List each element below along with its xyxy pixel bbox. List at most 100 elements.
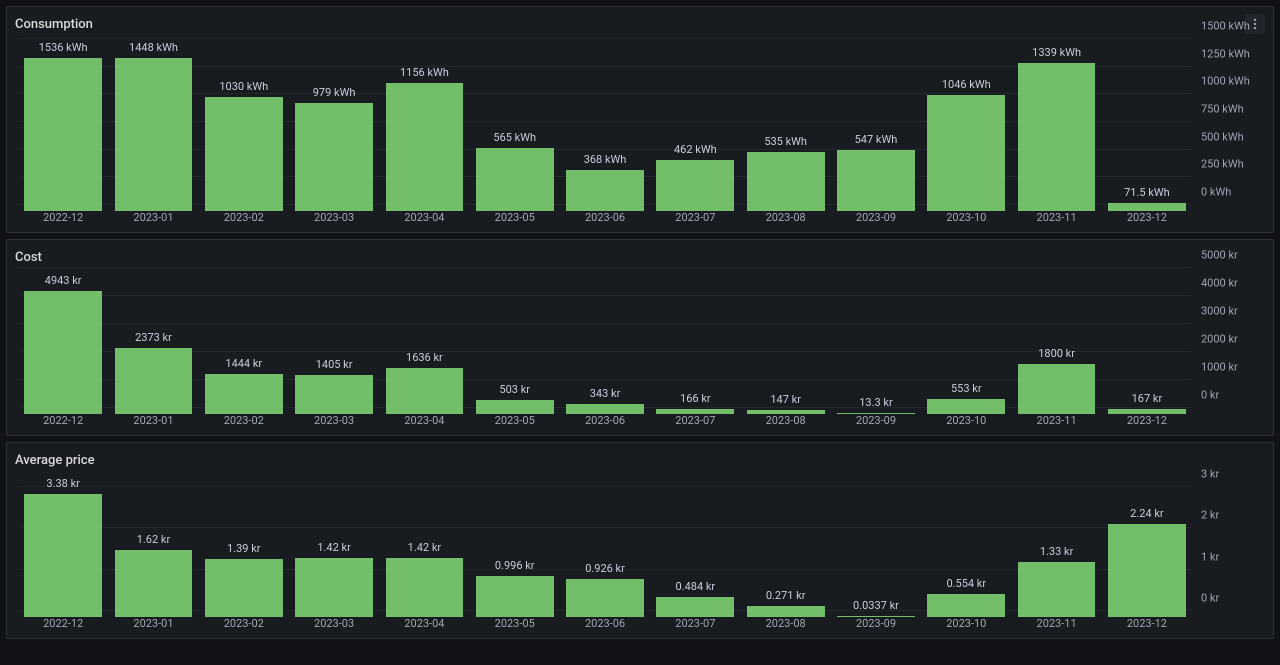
bar-column[interactable]: 535 kWh <box>742 41 830 211</box>
bar[interactable] <box>566 579 644 617</box>
bar[interactable] <box>837 413 915 414</box>
bar-column[interactable]: 553 kr <box>922 274 1010 414</box>
bar[interactable] <box>24 494 102 617</box>
bar-column[interactable]: 2.24 kr <box>1103 477 1191 617</box>
bar[interactable] <box>24 291 102 414</box>
bar-column[interactable]: 13.3 kr <box>832 274 920 414</box>
panel-header: Cost <box>15 246 1265 268</box>
y-tick-label: 500 kWh <box>1201 130 1244 143</box>
bar-column[interactable]: 0.484 kr <box>651 477 739 617</box>
bar[interactable] <box>476 576 554 617</box>
bar-value-label: 1.33 kr <box>1040 545 1073 558</box>
bar[interactable] <box>115 550 193 617</box>
x-tick-label: 2023-10 <box>922 211 1010 224</box>
bar-column[interactable]: 1.42 kr <box>290 477 378 617</box>
bar-column[interactable]: 1.42 kr <box>380 477 468 617</box>
bar[interactable] <box>386 558 464 617</box>
bar-column[interactable]: 1.33 kr <box>1012 477 1100 617</box>
bar-column[interactable]: 4943 kr <box>19 274 107 414</box>
bar-column[interactable]: 1030 kWh <box>200 41 288 211</box>
bar[interactable] <box>1018 63 1096 211</box>
bar-column[interactable]: 2373 kr <box>109 274 197 414</box>
bar-column[interactable]: 1444 kr <box>200 274 288 414</box>
bar-column[interactable]: 0.271 kr <box>742 477 830 617</box>
bar[interactable] <box>656 597 734 617</box>
bar-column[interactable]: 166 kr <box>651 274 739 414</box>
panel-consumption: Consumption1536 kWh1448 kWh1030 kWh979 k… <box>6 6 1274 233</box>
bar[interactable] <box>205 559 283 617</box>
bar[interactable] <box>24 58 102 211</box>
bar[interactable] <box>656 409 734 414</box>
plot-area: 3.38 kr1.62 kr1.39 kr1.42 kr1.42 kr0.996… <box>15 471 1195 611</box>
bar-column[interactable]: 503 kr <box>471 274 559 414</box>
bar-column[interactable]: 1339 kWh <box>1012 41 1100 211</box>
bar[interactable] <box>115 58 193 211</box>
bar[interactable] <box>1018 562 1096 617</box>
bar-column[interactable]: 1448 kWh <box>109 41 197 211</box>
bar-column[interactable]: 1800 kr <box>1012 274 1100 414</box>
bar-column[interactable]: 1.39 kr <box>200 477 288 617</box>
bar[interactable] <box>837 616 915 617</box>
y-tick-label: 4000 kr <box>1201 277 1238 290</box>
bar[interactable] <box>747 410 825 414</box>
bar-column[interactable]: 462 kWh <box>651 41 739 211</box>
x-axis: 2022-122023-012023-022023-032023-042023-… <box>15 211 1195 224</box>
x-tick-label: 2023-07 <box>651 211 739 224</box>
bar-column[interactable]: 1536 kWh <box>19 41 107 211</box>
bar[interactable] <box>205 97 283 211</box>
bar[interactable] <box>386 83 464 211</box>
bar-column[interactable]: 1405 kr <box>290 274 378 414</box>
bar-value-label: 166 kr <box>680 392 711 405</box>
bar-column[interactable]: 1156 kWh <box>380 41 468 211</box>
bar-value-label: 4943 kr <box>45 274 82 287</box>
bar-column[interactable]: 368 kWh <box>561 41 649 211</box>
bar-column[interactable]: 1636 kr <box>380 274 468 414</box>
x-tick-label: 2023-07 <box>651 414 739 427</box>
bar[interactable] <box>1018 364 1096 414</box>
bar-column[interactable]: 0.0337 kr <box>832 477 920 617</box>
bar[interactable] <box>927 594 1005 617</box>
bar-value-label: 368 kWh <box>584 153 627 166</box>
bar-value-label: 1030 kWh <box>219 80 268 93</box>
bar-column[interactable]: 0.554 kr <box>922 477 1010 617</box>
bar[interactable] <box>927 95 1005 211</box>
bar[interactable] <box>927 399 1005 414</box>
bar-column[interactable]: 0.996 kr <box>471 477 559 617</box>
bar[interactable] <box>205 374 283 414</box>
bar[interactable] <box>295 558 373 617</box>
bar-column[interactable]: 147 kr <box>742 274 830 414</box>
bar[interactable] <box>1108 203 1186 211</box>
bar-column[interactable]: 71.5 kWh <box>1103 41 1191 211</box>
bar-column[interactable]: 343 kr <box>561 274 649 414</box>
bar[interactable] <box>837 150 915 211</box>
bar[interactable] <box>747 152 825 211</box>
bar-column[interactable]: 565 kWh <box>471 41 559 211</box>
bar[interactable] <box>386 368 464 414</box>
bar[interactable] <box>295 375 373 414</box>
bar-column[interactable]: 547 kWh <box>832 41 920 211</box>
bar-value-label: 0.996 kr <box>495 559 535 572</box>
bar-value-label: 167 kr <box>1132 392 1163 405</box>
bar[interactable] <box>1108 409 1186 414</box>
bar[interactable] <box>656 160 734 211</box>
bar[interactable] <box>295 103 373 211</box>
bar[interactable] <box>566 404 644 414</box>
plot-area: 4943 kr2373 kr1444 kr1405 kr1636 kr503 k… <box>15 268 1195 408</box>
bar[interactable] <box>566 170 644 211</box>
bar[interactable] <box>1108 524 1186 617</box>
bar[interactable] <box>476 148 554 211</box>
bar[interactable] <box>115 348 193 414</box>
bar-column[interactable]: 0.926 kr <box>561 477 649 617</box>
bar-value-label: 1536 kWh <box>39 41 88 54</box>
bar[interactable] <box>476 400 554 414</box>
bar-column[interactable]: 3.38 kr <box>19 477 107 617</box>
x-tick-label: 2023-05 <box>471 211 559 224</box>
x-tick-label: 2023-05 <box>471 617 559 630</box>
bar-column[interactable]: 979 kWh <box>290 41 378 211</box>
bar-column[interactable]: 1.62 kr <box>109 477 197 617</box>
y-tick-label: 1500 kWh <box>1201 19 1250 32</box>
bar-column[interactable]: 167 kr <box>1103 274 1191 414</box>
bar-column[interactable]: 1046 kWh <box>922 41 1010 211</box>
bar[interactable] <box>747 606 825 617</box>
x-tick-label: 2023-10 <box>922 414 1010 427</box>
